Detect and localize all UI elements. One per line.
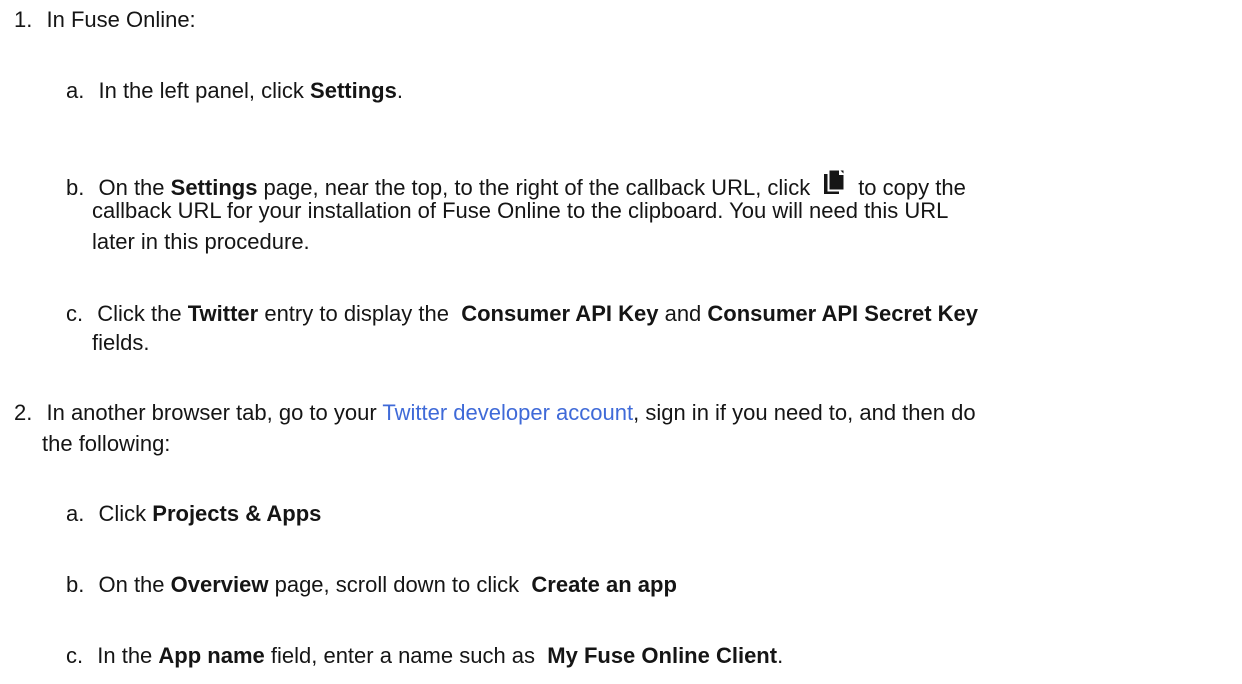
step-2c-text-mid: field, enter a name such as [264, 643, 548, 668]
step-2a: a. Click Projects & Apps [66, 499, 321, 529]
copy-icon [822, 167, 848, 199]
step-1c: c. Click the Twitter entry to display th… [66, 299, 978, 329]
step-1a-text: In the left panel, click Settings. [98, 78, 402, 103]
settings-label: Settings [310, 78, 397, 103]
step-1c-text-and: and [658, 301, 708, 326]
step-2b: b. On the Overview page, scroll down to … [66, 570, 677, 600]
step-2a-marker: a. [66, 501, 85, 526]
step-2c: c. In the App name field, enter a name s… [66, 641, 783, 671]
create-an-app-label: Create an app [531, 572, 677, 597]
step-2-line2: the following: [42, 431, 171, 456]
twitter-label: Twitter [187, 301, 259, 326]
step-2c-text-end: . [777, 643, 784, 668]
step-2b-marker: b. [66, 572, 85, 597]
step-2c-text: In the App name field, enter a name such… [97, 643, 783, 668]
step-1a-marker: a. [66, 78, 85, 103]
step-2c-marker: c. [66, 643, 84, 668]
step-2: 2. In another browser tab, go to your Tw… [14, 398, 976, 428]
step-1c-text-part: Click the [97, 301, 188, 326]
step-1: 1. In Fuse Online: [14, 5, 196, 35]
step-2a-text: Click Projects & Apps [98, 501, 321, 526]
step-1c-line2: fields. [92, 330, 150, 355]
step-2-text-end: , sign in if you need to, and then do [633, 400, 976, 425]
document-page: 1. In Fuse Online: a. In the left panel,… [0, 0, 1242, 684]
step-2b-text: On the Overview page, scroll down to cli… [98, 572, 676, 597]
step-1b-marker: b. [66, 175, 85, 200]
consumer-api-secret-key-label: Consumer API Secret Key [707, 301, 979, 326]
step-1b-line2: callback URL for your installation of Fu… [92, 198, 949, 223]
step-2c-text-part: In the [97, 643, 159, 668]
step-1c-text: Click the Twitter entry to display the C… [97, 301, 978, 326]
consumer-api-key-label: Consumer API Key [461, 301, 659, 326]
step-2a-text-part: Click [98, 501, 153, 526]
step-1-marker: 1. [14, 7, 33, 32]
step-2-marker: 2. [14, 400, 33, 425]
step-1a-text-part: In the left panel, click [98, 78, 311, 103]
projects-apps-label: Projects & Apps [152, 501, 322, 526]
step-2-text: In another browser tab, go to your Twitt… [46, 400, 975, 425]
step-2-text-part: In another browser tab, go to your [46, 400, 383, 425]
step-2b-text-part: On the [98, 572, 171, 597]
step-1-text: In Fuse Online: [46, 7, 196, 32]
step-1a: a. In the left panel, click Settings. [66, 76, 403, 106]
my-fuse-online-client-label: My Fuse Online Client [547, 643, 778, 668]
step-1a-text-end: . [396, 78, 403, 103]
step-2b-text-mid: page, scroll down to click [268, 572, 532, 597]
overview-label: Overview [170, 572, 269, 597]
step-1b-line3: later in this procedure. [92, 229, 310, 254]
twitter-developer-account-link[interactable]: Twitter developer account [382, 400, 633, 425]
step-1c-text-mid: entry to display the [258, 301, 462, 326]
step-1c-marker: c. [66, 301, 84, 326]
app-name-label: App name [158, 643, 265, 668]
